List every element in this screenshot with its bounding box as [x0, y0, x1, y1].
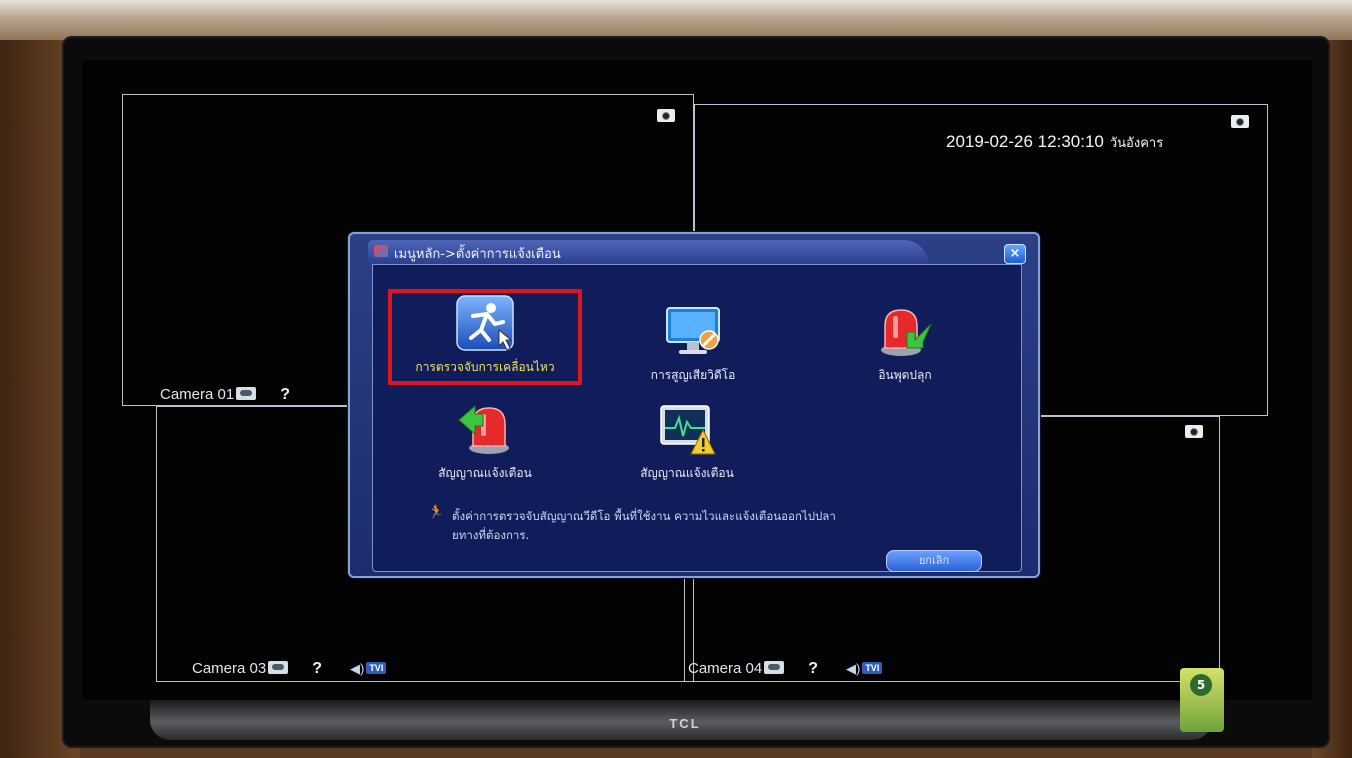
- snapshot-camera-icon[interactable]: [1185, 425, 1203, 438]
- camera-name: Camera 03: [192, 660, 267, 677]
- tile-abnormal-alarm[interactable]: สัญญาณแจ้งเตือน: [592, 398, 782, 488]
- weekday-text: วันอังคาร: [1109, 135, 1164, 150]
- alarm-output-icon: [458, 404, 509, 454]
- tile-alarm-input[interactable]: อินพุตปลุก: [810, 300, 1000, 390]
- help-icon[interactable]: ?: [312, 660, 322, 678]
- selected-highlight: [388, 289, 582, 385]
- hint-line-2: ยทางที่ต้องการ.: [452, 528, 530, 542]
- hint-runner-icon: 🏃: [428, 505, 445, 520]
- video-loss-icon: [666, 307, 720, 354]
- abnormal-alarm-icon: [660, 405, 716, 455]
- dialog-title: เมนูหลัก->ตั้งค่าการแจ้งเตือน: [394, 247, 561, 262]
- tv-brand-logo: TCL: [669, 716, 701, 731]
- help-icon[interactable]: ?: [280, 386, 290, 404]
- menu-icon: [374, 245, 388, 257]
- tvi-badge: TVI: [366, 662, 387, 674]
- record-icon[interactable]: [236, 387, 257, 400]
- camera-label-04: Camera 04? ◀) TVI: [688, 660, 883, 678]
- hint-line-1: ตั้งค่าการตรวจจับสัญญาณวีดีโอ พื้นที่ใช้…: [452, 509, 836, 523]
- snapshot-camera-icon[interactable]: [657, 109, 675, 122]
- help-icon[interactable]: ?: [808, 660, 818, 678]
- tile-alarm-output[interactable]: สัญญาณแจ้งเตือน: [390, 398, 580, 488]
- tvi-badge: TVI: [862, 662, 883, 674]
- camera-name: Camera 01: [160, 386, 235, 403]
- audio-icon[interactable]: ◀): [350, 661, 364, 677]
- snapshot-camera-icon[interactable]: [1231, 115, 1249, 128]
- close-button[interactable]: ×: [1004, 244, 1026, 264]
- cancel-button[interactable]: ยกเลิก: [886, 550, 982, 572]
- tile-label: การสูญเสียวิดีโอ: [650, 368, 736, 382]
- tile-label: สัญญาณแจ้งเตือน: [438, 466, 532, 480]
- osd-datetime: 2019-02-26 12:30:10 วันอังคาร: [946, 132, 1163, 153]
- datetime-text: 2019-02-26 12:30:10: [946, 132, 1104, 151]
- audio-icon[interactable]: ◀): [846, 661, 860, 677]
- dialog-titlebar[interactable]: เมนูหลัก->ตั้งค่าการแจ้งเตือน: [368, 240, 928, 264]
- camera-label-01: Camera 01?: [160, 386, 318, 404]
- energy-label: 5: [1180, 668, 1224, 732]
- camera-name: Camera 04: [688, 660, 763, 677]
- hint-text: ตั้งค่าการตรวจจับสัญญาณวีดีโอ พื้นที่ใช้…: [452, 507, 972, 545]
- tile-label: อินพุตปลุก: [878, 368, 932, 382]
- record-icon[interactable]: [764, 661, 785, 674]
- tile-video-loss[interactable]: การสูญเสียวิดีโอ: [598, 300, 788, 390]
- alarm-input-icon: [881, 309, 932, 356]
- camera-label-03: Camera 03? ◀) TVI: [192, 660, 387, 678]
- record-icon[interactable]: [268, 661, 289, 674]
- tile-label: สัญญาณแจ้งเตือน: [640, 466, 734, 480]
